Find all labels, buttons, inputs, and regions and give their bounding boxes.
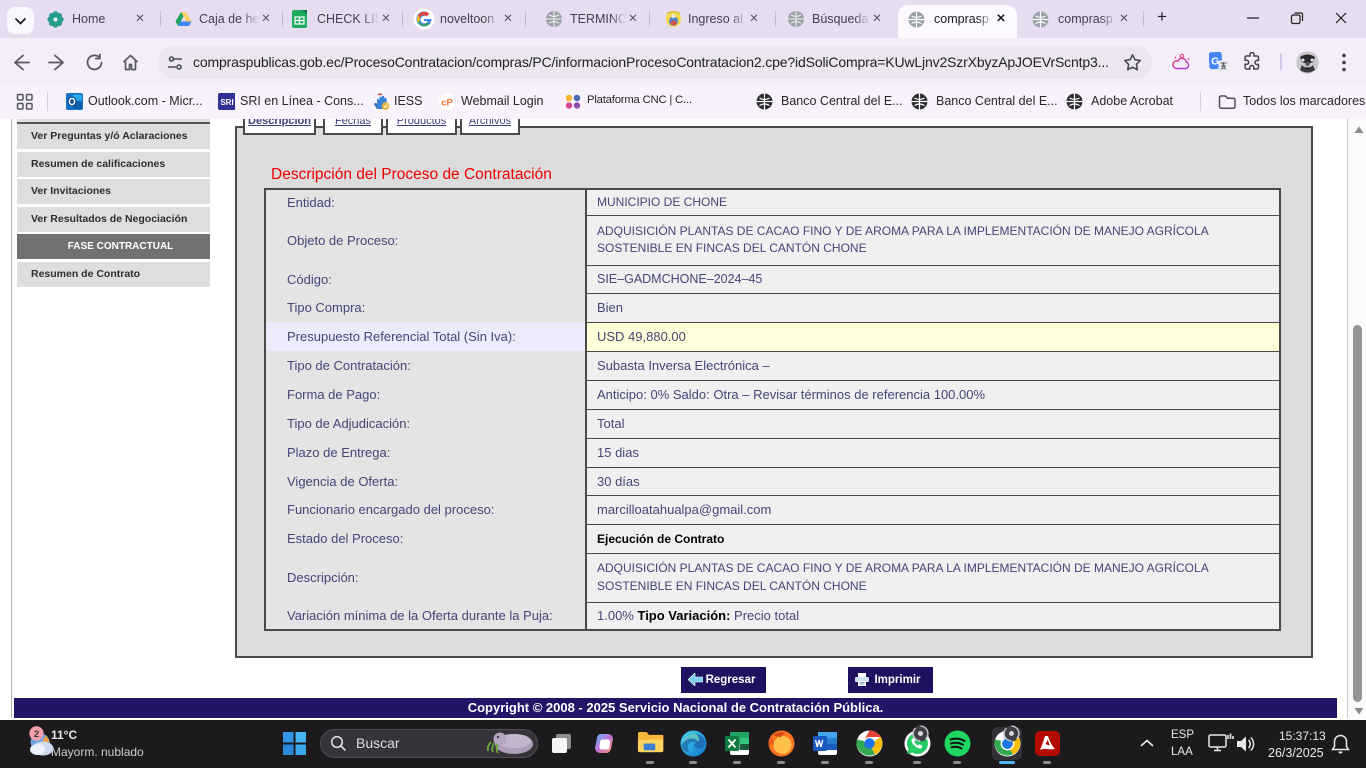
svg-text:2: 2 (34, 729, 39, 740)
svg-text:cP: cP (441, 98, 453, 109)
svg-text:G: G (1211, 56, 1219, 68)
svg-text:SRI: SRI (220, 98, 233, 107)
